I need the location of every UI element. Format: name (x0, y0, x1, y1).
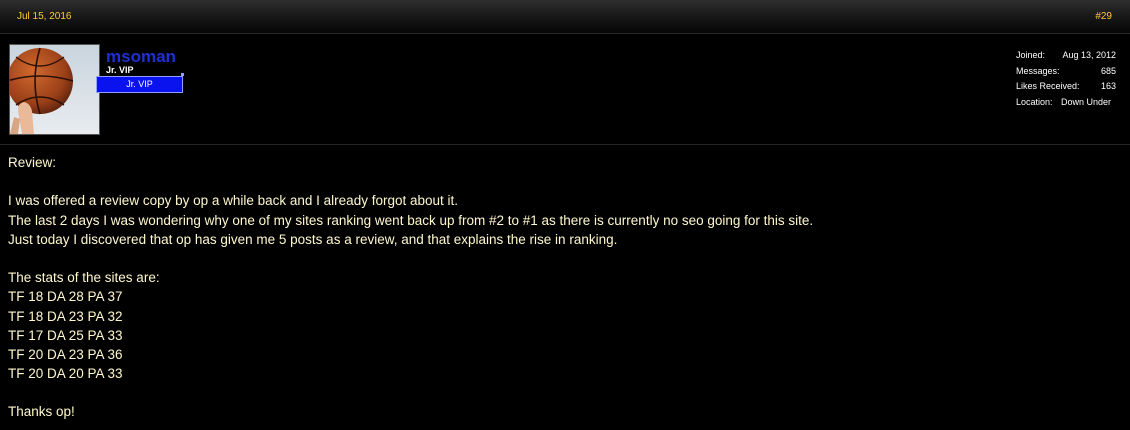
user-banner: Jr. VIP (96, 73, 184, 93)
message-line (8, 383, 1118, 402)
post-permalink[interactable]: #29 (1095, 11, 1112, 22)
message-line: Review: (8, 155, 57, 170)
post-header: Jul 15, 2016 #29 (0, 0, 1130, 34)
location-link[interactable]: Down Under (1061, 97, 1111, 107)
basketball-avatar-icon[interactable] (9, 44, 100, 135)
message-line: TF 18 DA 28 PA 37 (8, 289, 123, 305)
message-line: TF 18 DA 23 PA 32 (8, 308, 123, 324)
stat-messages: Messages: 685 (1016, 66, 1116, 82)
user-stats: Joined: Aug 13, 2012 Messages: 685 Likes… (1016, 50, 1116, 112)
stat-location: Location: Down Under (1016, 97, 1116, 113)
message-line: Thanks op! (8, 404, 75, 420)
message-line: TF 20 DA 20 PA 33 (8, 366, 123, 382)
message-line (8, 172, 1118, 191)
message-line: TF 20 DA 23 PA 36 (8, 346, 123, 362)
user-banner-label: Jr. VIP (126, 79, 153, 89)
message-line: I was offered a review copy by op a whil… (8, 193, 459, 209)
message-line: The stats of the sites are: (8, 270, 160, 286)
stat-label: Joined: (1016, 50, 1046, 60)
banner-corner (181, 73, 184, 76)
message-line (8, 249, 1118, 268)
stat-label: Location: (1016, 96, 1053, 107)
messages-count-link[interactable]: 685 (1101, 66, 1116, 76)
stat-label: Likes Received: (1016, 81, 1080, 91)
message-line: TF 17 DA 25 PA 33 (8, 327, 123, 343)
user-info: msoman Jr. VIP Jr. VIP Joined: Aug 13, 2… (0, 34, 1130, 145)
stat-value: Aug 13, 2012 (1062, 50, 1116, 60)
user-title: Jr. VIP (106, 65, 134, 75)
stat-joined: Joined: Aug 13, 2012 (1016, 50, 1116, 66)
message-line: Just today I discovered that op has give… (8, 231, 618, 247)
post-message: Review: I was offered a review copy by o… (8, 153, 1118, 422)
post-date-link[interactable]: Jul 15, 2016 (17, 11, 72, 22)
username-link[interactable]: msoman (106, 47, 176, 67)
stat-label: Messages: (1016, 65, 1060, 76)
stat-value: 163 (1100, 81, 1116, 91)
message-line: The last 2 days I was wondering why one … (8, 212, 814, 228)
stat-likes: Likes Received: 163 (1016, 81, 1116, 97)
avatar-image (10, 45, 99, 134)
